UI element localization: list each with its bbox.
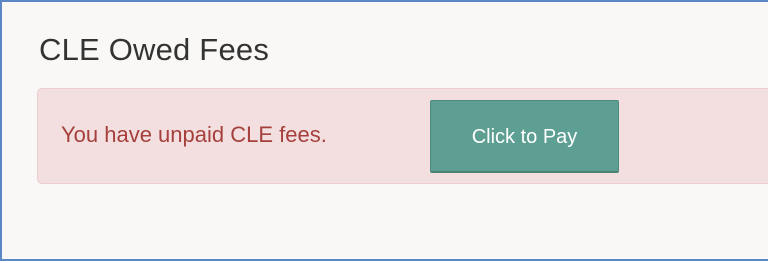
page-title: CLE Owed Fees xyxy=(39,32,270,67)
unpaid-fees-alert: You have unpaid CLE fees. Click to Pay xyxy=(37,88,768,184)
alert-message: You have unpaid CLE fees. xyxy=(61,122,327,147)
click-to-pay-button[interactable]: Click to Pay xyxy=(430,100,619,173)
content-panel: CLE Owed Fees You have unpaid CLE fees. … xyxy=(0,0,768,261)
